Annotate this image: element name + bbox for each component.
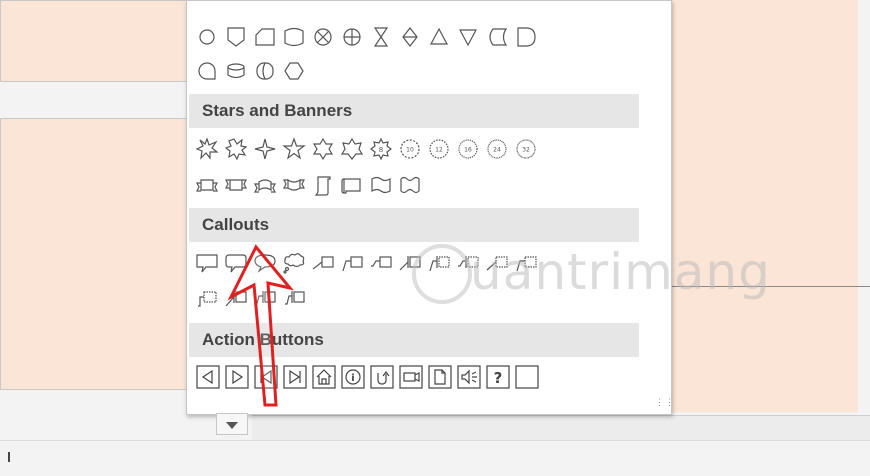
line-callout-3-no-border-icon[interactable]	[194, 286, 220, 314]
svg-text:24: 24	[493, 147, 501, 154]
end-button-icon[interactable]	[283, 365, 307, 389]
line-callout-2-icon[interactable]	[339, 249, 365, 277]
rounded-rect-callout-icon[interactable]	[223, 249, 249, 277]
canvas-divider-line	[660, 286, 870, 287]
home-button-icon[interactable]	[312, 365, 336, 389]
line-callout-2-no-border-icon[interactable]	[513, 249, 539, 277]
triangle-shape-icon[interactable]	[426, 23, 452, 51]
line-callout-3-icon[interactable]	[368, 249, 394, 277]
stars-banners-header: Stars and Banners	[189, 94, 639, 128]
explosion-1-icon[interactable]	[194, 135, 220, 163]
svg-text:16: 16	[464, 147, 472, 154]
line-callout-2-border-accent-icon[interactable]	[252, 286, 278, 314]
star-10-point-icon[interactable]: 10	[397, 135, 423, 163]
slide-thumbnail-2[interactable]	[0, 118, 187, 390]
status-bar	[0, 440, 870, 476]
return-button-icon[interactable]	[370, 365, 394, 389]
direct-access-storage-shape-icon[interactable]	[252, 57, 278, 85]
document-button-icon[interactable]	[428, 365, 452, 389]
wave-icon[interactable]	[368, 171, 394, 199]
ribbon-up-icon[interactable]	[194, 171, 220, 199]
line-callout-1-border-accent-icon[interactable]	[223, 286, 249, 314]
plus-circle-shape-icon[interactable]	[339, 23, 365, 51]
beginning-button-icon[interactable]	[254, 365, 278, 389]
slide-thumbnail-1[interactable]	[0, 0, 187, 82]
action-buttons-row: i ?	[194, 365, 654, 395]
x-circle-shape-icon[interactable]	[310, 23, 336, 51]
callouts-row-2	[194, 286, 394, 316]
shapes-gallery: Stars and Banners 8 10 12 16 24 32 Callo…	[186, 0, 674, 415]
video-button-icon[interactable]	[399, 365, 423, 389]
decagon-shape-icon[interactable]	[281, 57, 307, 85]
can-shape-icon[interactable]	[223, 57, 249, 85]
forward-next-button-icon[interactable]	[225, 365, 249, 389]
star-12-point-icon[interactable]: 12	[426, 135, 452, 163]
svg-text:i: i	[351, 373, 354, 384]
plaque-shape-icon[interactable]	[223, 23, 249, 51]
diamond-sort-shape-icon[interactable]	[397, 23, 423, 51]
folded-corner-shape-icon[interactable]	[281, 23, 307, 51]
ruler-line	[252, 415, 870, 440]
action-buttons-header: Action Buttons	[189, 323, 639, 357]
gallery-dropdown-button[interactable]	[216, 413, 248, 435]
back-previous-button-icon[interactable]	[196, 365, 220, 389]
sound-button-icon[interactable]	[457, 365, 481, 389]
stars-row: 8 10 12 16 24 32	[194, 135, 654, 165]
star-16-point-icon[interactable]: 16	[455, 135, 481, 163]
star-6-point-icon[interactable]	[310, 135, 336, 163]
svg-text:10: 10	[406, 147, 414, 154]
svg-text:?: ?	[494, 369, 503, 387]
star-32-point-icon[interactable]: 32	[513, 135, 539, 163]
callouts-header: Callouts	[189, 208, 639, 242]
slide-canvas[interactable]	[668, 0, 858, 412]
oval-callout-icon[interactable]	[252, 249, 278, 277]
chevron-down-icon	[226, 422, 238, 429]
inverted-triangle-shape-icon[interactable]	[455, 23, 481, 51]
line-callout-3-border-accent-icon[interactable]	[281, 286, 307, 314]
svg-text:8: 8	[379, 146, 383, 154]
rectangular-callout-icon[interactable]	[194, 249, 220, 277]
star-24-point-icon[interactable]: 24	[484, 135, 510, 163]
stored-data-shape-icon[interactable]	[484, 23, 510, 51]
basic-shapes-row-2	[194, 57, 394, 87]
edge-mark	[8, 452, 10, 462]
connector-shape-icon[interactable]	[194, 57, 220, 85]
line-callout-1-icon[interactable]	[310, 249, 336, 277]
help-button-icon[interactable]: ?	[486, 365, 510, 389]
curved-ribbon-down-icon[interactable]	[281, 171, 307, 199]
delay-shape-icon[interactable]	[513, 23, 539, 51]
line-callout-1-no-border-icon[interactable]	[484, 249, 510, 277]
explosion-2-icon[interactable]	[223, 135, 249, 163]
curved-ribbon-up-icon[interactable]	[252, 171, 278, 199]
vertical-scroll-icon[interactable]	[310, 171, 336, 199]
star-5-point-icon[interactable]	[281, 135, 307, 163]
horizontal-scroll-icon[interactable]	[339, 171, 365, 199]
star-7-point-icon[interactable]	[339, 135, 365, 163]
ribbon-down-icon[interactable]	[223, 171, 249, 199]
banners-row	[194, 171, 494, 201]
circle-shape-icon[interactable]	[194, 23, 220, 51]
snip-corner-shape-icon[interactable]	[252, 23, 278, 51]
hourglass-shape-icon[interactable]	[368, 23, 394, 51]
information-button-icon[interactable]: i	[341, 365, 365, 389]
cloud-callout-icon[interactable]	[281, 249, 307, 277]
star-8-point-icon[interactable]: 8	[368, 135, 394, 163]
resize-grip-icon[interactable]: ⋮⋮	[655, 398, 674, 411]
svg-text:32: 32	[522, 147, 530, 154]
custom-button-icon[interactable]	[515, 365, 539, 389]
watermark-logo	[412, 244, 472, 304]
basic-shapes-row-1	[194, 23, 654, 53]
star-4-point-icon[interactable]	[252, 135, 278, 163]
double-wave-icon[interactable]	[397, 171, 423, 199]
svg-text:12: 12	[435, 147, 443, 154]
